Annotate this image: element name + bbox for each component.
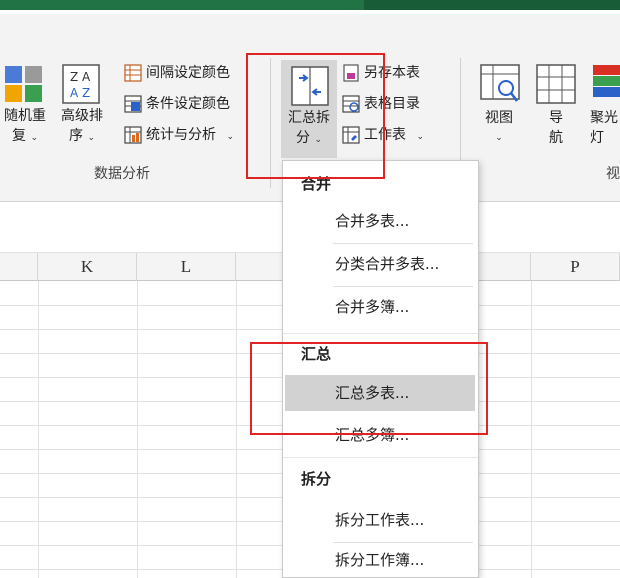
advanced-sort-button[interactable]: 高级排 序 ⌄ (54, 106, 110, 148)
title-bar-fill (0, 0, 364, 10)
spotlight-icon (592, 64, 620, 104)
advanced-sort-label-1: 高级排 (61, 108, 103, 124)
condition-grid-icon (124, 95, 142, 113)
svg-text:A: A (82, 70, 91, 84)
svg-text:A: A (70, 86, 79, 100)
view-label: 视图 (485, 110, 513, 126)
grid-line (531, 281, 532, 578)
chevron-down-icon: ⌄ (416, 132, 424, 142)
chevron-down-icon: ⌄ (30, 133, 38, 143)
chevron-down-icon: ⌄ (87, 133, 95, 143)
title-bar-fill-dark (364, 0, 620, 10)
menu-item-split-workbook[interactable]: 拆分工作簿... (285, 542, 475, 578)
random-repeat-button[interactable]: 随机重 复 ⌄ (0, 106, 50, 148)
grid-color-icon (124, 64, 142, 82)
grid-line (137, 281, 138, 578)
navigation-button[interactable]: 导 航 (536, 108, 576, 148)
column-header-l[interactable]: L (137, 253, 236, 281)
chevron-down-icon: ⌄ (226, 132, 234, 142)
svg-text:Z: Z (82, 86, 90, 100)
advanced-sort-label-2: 序 (69, 128, 83, 144)
menu-item-merge-books[interactable]: 合并多簿... (285, 289, 475, 325)
menu-section-split: 拆分 (301, 470, 332, 488)
interval-color-button[interactable]: 间隔设定颜色 (124, 62, 230, 84)
view-icon (480, 64, 520, 104)
column-header-p[interactable]: P (531, 253, 620, 281)
random-repeat-label-2: 复 (12, 128, 26, 144)
view-button[interactable]: 视图 ⌄ (474, 108, 524, 148)
stats-analysis-button[interactable]: 统计与分析 ⌄ (124, 124, 234, 146)
grid-line (38, 281, 39, 578)
conditional-color-button[interactable]: 条件设定颜色 (124, 93, 230, 115)
navigation-label-2: 航 (549, 130, 563, 146)
spotlight-button[interactable]: 聚光 灯 (590, 108, 620, 148)
menu-group-separator (283, 333, 478, 334)
grid-line (236, 281, 237, 578)
annotation-box-summary-sheets (250, 342, 488, 435)
conditional-color-label: 条件设定颜色 (146, 96, 230, 112)
chevron-down-icon: ⌄ (495, 133, 503, 143)
view-group-label: 视 (606, 166, 620, 182)
menu-group-separator (283, 457, 478, 458)
menu-item-merge-sheets[interactable]: 合并多表... (285, 203, 475, 239)
column-header-blank (0, 253, 38, 281)
column-header-k[interactable]: K (38, 253, 137, 281)
spotlight-label-2: 灯 (590, 130, 604, 146)
interval-color-label: 间隔设定颜色 (146, 65, 230, 81)
menu-separator (333, 286, 473, 287)
navigation-label-1: 导 (549, 110, 563, 126)
random-repeat-label-1: 随机重 (4, 108, 46, 124)
random-repeat-icon (4, 66, 44, 102)
menu-separator (333, 243, 473, 244)
stats-analysis-label: 统计与分析 (146, 127, 216, 143)
title-bar (0, 0, 620, 14)
navigation-grid-icon (536, 64, 576, 104)
annotation-box-summary-split (246, 53, 385, 179)
svg-text:Z: Z (70, 70, 78, 84)
stats-grid-icon (124, 126, 142, 144)
menu-item-category-merge[interactable]: 分类合并多表... (285, 246, 475, 282)
spotlight-label-1: 聚光 (590, 110, 618, 126)
sort-az-icon: Z A A Z (62, 64, 100, 104)
data-analysis-group-label: 数据分析 (94, 166, 150, 182)
menu-item-split-worksheet[interactable]: 拆分工作表... (285, 502, 475, 538)
